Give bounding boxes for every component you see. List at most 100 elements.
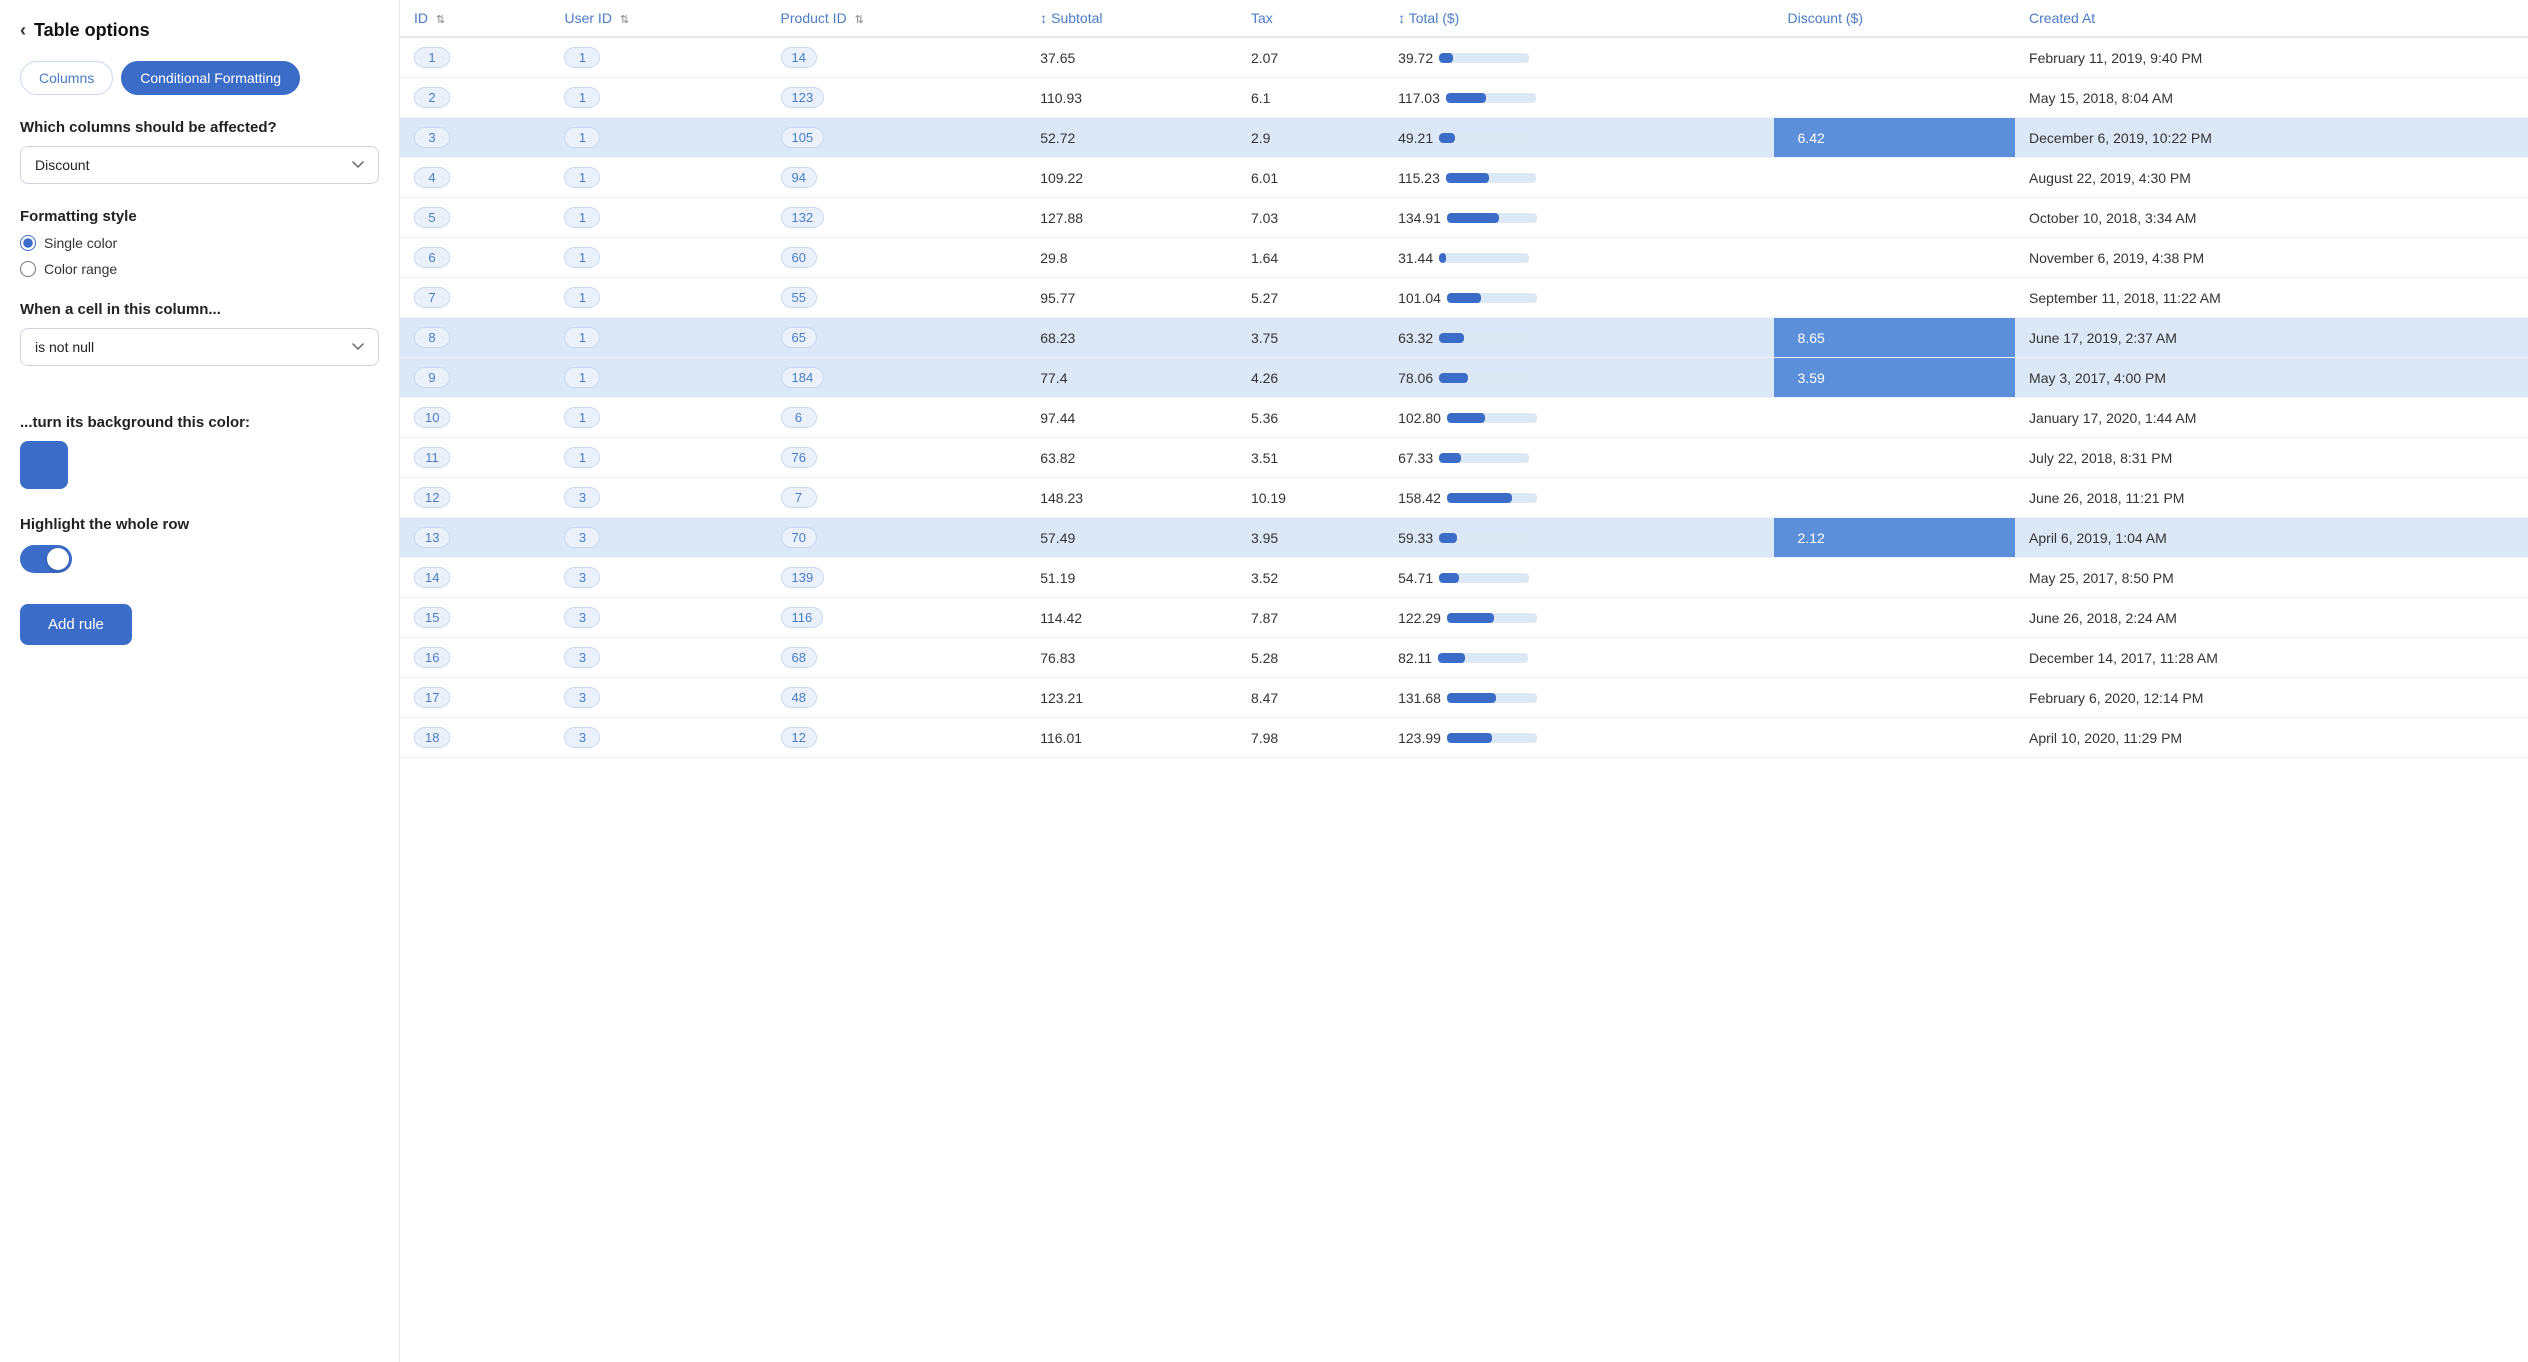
total-value: 63.32 [1398,330,1433,346]
table-row: 1337057.493.95 59.33 2.12April 6, 2019, … [400,518,2528,558]
user-id-pill: 1 [564,407,600,428]
id-pill: 10 [414,407,450,428]
total-value: 115.23 [1398,170,1440,186]
cell-tax: 4.26 [1237,358,1384,398]
cell-user-id: 3 [550,718,766,758]
col-product-id[interactable]: Product ID ⇅ [767,0,1027,37]
id-pill: 4 [414,167,450,188]
radio-single-color[interactable]: Single color [20,235,379,251]
cell-discount [1774,158,2016,198]
column-select[interactable]: Discount Total ($) Subtotal Tax Product … [20,146,379,184]
cell-product-id: 184 [767,358,1027,398]
cell-tax: 10.19 [1237,478,1384,518]
cell-subtotal: 114.42 [1026,598,1237,638]
radio-color-range-input[interactable] [20,261,36,277]
cell-product-id: 14 [767,37,1027,78]
back-header[interactable]: ‹ Table options [20,20,379,41]
cell-user-id: 3 [550,478,766,518]
discount-value: 3.59 [1788,366,1835,390]
user-id-pill: 3 [564,527,600,548]
col-tax[interactable]: Tax [1237,0,1384,37]
total-bar-cell: 82.11 [1398,650,1759,666]
total-bar-bg [1446,173,1536,183]
col-subtotal[interactable]: ↕ Subtotal [1026,0,1237,37]
color-picker-button[interactable] [20,441,68,489]
add-rule-button[interactable]: Add rule [20,604,132,645]
col-user-id[interactable]: User ID ⇅ [550,0,766,37]
cell-tax: 8.47 [1237,678,1384,718]
cell-created-at: May 25, 2017, 8:50 PM [2015,558,2528,598]
highlight-row-toggle[interactable] [20,545,72,573]
user-id-pill: 3 [564,567,600,588]
total-value: 39.72 [1398,50,1433,66]
cell-user-id: 1 [550,198,766,238]
cell-discount: 3.59 [1774,358,2016,398]
user-id-pill: 3 [564,607,600,628]
cell-total: 59.33 [1384,518,1773,558]
cell-id: 17 [400,678,550,718]
color-section: ...turn its background this color: [20,414,379,492]
cell-total: 82.11 [1384,638,1773,678]
radio-single-color-input[interactable] [20,235,36,251]
col-discount[interactable]: Discount ($) [1774,0,2016,37]
table-row: 111437.652.07 39.72 February 11, 2019, 9… [400,37,2528,78]
highlight-row-label: Highlight the whole row [20,516,379,533]
table-row: 816568.233.75 63.32 8.65June 17, 2019, 2… [400,318,2528,358]
tab-conditional-formatting[interactable]: Conditional Formatting [121,61,300,95]
total-bar-cell: 78.06 [1398,370,1759,386]
cell-product-id: 7 [767,478,1027,518]
cell-product-id: 116 [767,598,1027,638]
total-value: 158.42 [1398,490,1441,506]
id-pill: 13 [414,527,450,548]
cell-user-id: 1 [550,238,766,278]
total-bar-bg [1447,613,1537,623]
user-id-pill: 1 [564,47,600,68]
total-value: 101.04 [1398,290,1441,306]
tab-columns[interactable]: Columns [20,61,113,95]
cell-id: 8 [400,318,550,358]
col-total[interactable]: ↕ Total ($) [1384,0,1773,37]
total-bar-cell: 115.23 [1398,170,1759,186]
total-bar-fill [1447,493,1512,503]
total-bar-fill [1439,253,1446,263]
cell-user-id: 1 [550,438,766,478]
total-bar-cell: 131.68 [1398,690,1759,706]
back-arrow-icon[interactable]: ‹ [20,20,26,41]
table-row: 1117663.823.51 67.33 July 22, 2018, 8:31… [400,438,2528,478]
total-bar-cell: 31.44 [1398,250,1759,266]
condition-select[interactable]: is not null is null equals greater than … [20,328,379,366]
user-id-pill: 1 [564,287,600,308]
discount-value: 6.42 [1788,126,1835,150]
cell-id: 9 [400,358,550,398]
product-id-pill: 65 [781,327,817,348]
cell-total: 78.06 [1384,358,1773,398]
total-value: 78.06 [1398,370,1433,386]
table-row: 21123110.936.1 117.03 May 15, 2018, 8:04… [400,78,2528,118]
cell-subtotal: 97.44 [1026,398,1237,438]
cell-subtotal: 63.82 [1026,438,1237,478]
total-bar-fill [1439,333,1464,343]
cell-product-id: 105 [767,118,1027,158]
radio-color-range[interactable]: Color range [20,261,379,277]
cell-tax: 5.28 [1237,638,1384,678]
cell-created-at: September 11, 2018, 11:22 AM [2015,278,2528,318]
highlight-row-section: Highlight the whole row [20,516,379,576]
col-id[interactable]: ID ⇅ [400,0,550,37]
total-value: 122.29 [1398,610,1441,626]
cell-user-id: 1 [550,118,766,158]
id-pill: 1 [414,47,450,68]
total-bar-cell: 102.80 [1398,410,1759,426]
product-id-pill: 132 [781,207,825,228]
cell-user-id: 1 [550,78,766,118]
cell-tax: 5.27 [1237,278,1384,318]
cell-tax: 1.64 [1237,238,1384,278]
cell-tax: 2.07 [1237,37,1384,78]
product-id-pill: 14 [781,47,817,68]
cell-id: 1 [400,37,550,78]
user-id-pill: 3 [564,487,600,508]
cell-total: 115.23 [1384,158,1773,198]
cell-tax: 3.52 [1237,558,1384,598]
col-created-at[interactable]: Created At [2015,0,2528,37]
total-bar-cell: 101.04 [1398,290,1759,306]
cell-discount [1774,718,2016,758]
